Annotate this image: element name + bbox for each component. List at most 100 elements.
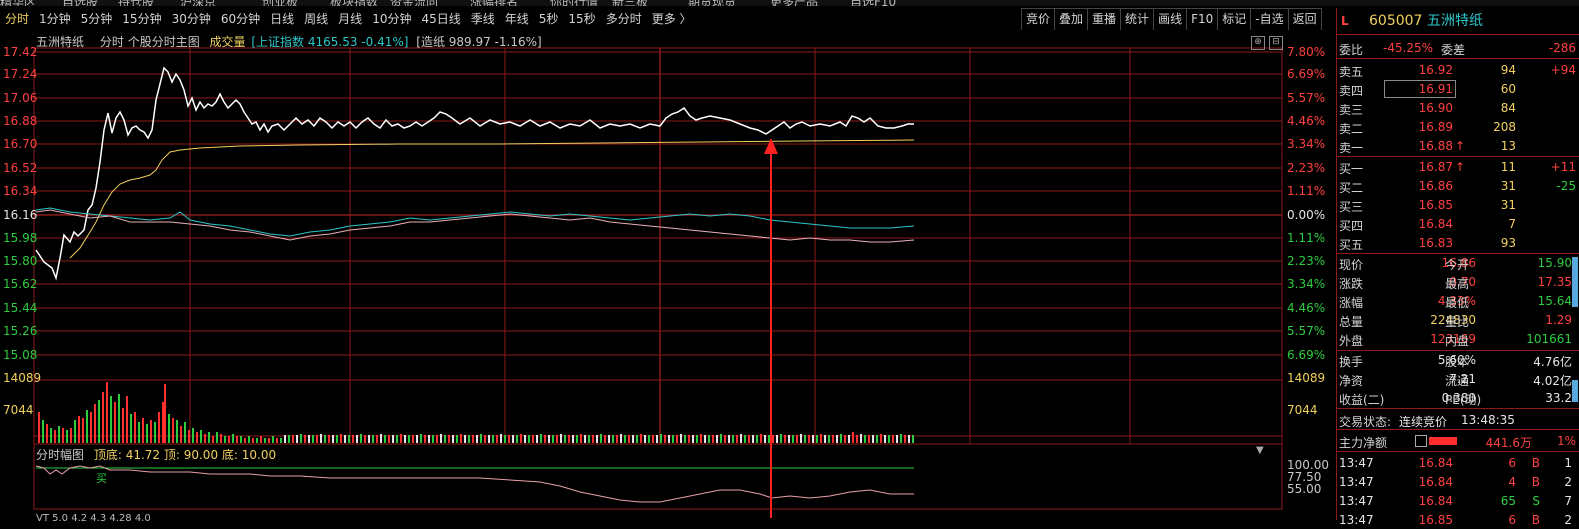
weibi-row[interactable]: 委比 -45.25% 委差 -286 bbox=[1337, 39, 1579, 57]
bid-row[interactable]: 买一 16.87 11 +11 ↑ bbox=[1337, 158, 1579, 176]
tick-row[interactable]: 13:47 16.84 4 B 2 bbox=[1337, 473, 1579, 491]
period-tab[interactable]: 日线 bbox=[265, 8, 299, 30]
ask-row[interactable]: 卖三 16.90 84 bbox=[1337, 99, 1579, 117]
top-menu-item[interactable]: 新三板 bbox=[612, 0, 648, 6]
ask-row[interactable]: 卖二 16.89 208 bbox=[1337, 118, 1579, 136]
toolbar-button[interactable]: 叠加 bbox=[1054, 8, 1089, 30]
toolbar-button[interactable]: -自选 bbox=[1250, 8, 1289, 30]
collapse-icon[interactable]: ⊟ bbox=[1269, 36, 1283, 50]
period-tab[interactable]: 更多 〉 bbox=[647, 8, 697, 30]
scrollbar-fundamentals[interactable] bbox=[1572, 380, 1578, 402]
top-menu-item[interactable]: 资金流向 bbox=[390, 0, 438, 6]
top-menu-item[interactable]: 板块指数 bbox=[330, 0, 378, 6]
quote-row[interactable]: 外盘 123169 内盘 101661 bbox=[1337, 330, 1579, 348]
volume-bar bbox=[316, 435, 318, 443]
period-tab[interactable]: 15分钟 bbox=[117, 8, 166, 30]
highlight-box bbox=[1384, 80, 1456, 98]
top-menu-item[interactable]: 创业板 bbox=[262, 0, 298, 6]
volume-bar bbox=[172, 418, 174, 443]
volume-axis-right-label: 14089 bbox=[1287, 371, 1326, 385]
status-row[interactable]: 交易状态: 连续竞价 13:48:35 bbox=[1337, 411, 1579, 429]
period-tab[interactable]: 30分钟 bbox=[167, 8, 216, 30]
top-menu-item[interactable]: 更多产品 bbox=[770, 0, 818, 6]
tick-row[interactable]: 13:47 16.85 6 B 2 bbox=[1337, 511, 1579, 529]
toolbar-button[interactable]: 画线 bbox=[1153, 8, 1188, 30]
volume-bar bbox=[122, 408, 124, 443]
volume-bar bbox=[78, 416, 80, 443]
period-tab[interactable]: 周线 bbox=[299, 8, 333, 30]
ask-price: 16.89 bbox=[1418, 120, 1453, 134]
volume-bar bbox=[564, 435, 566, 443]
fundamental-row[interactable]: 净资 7.21 流通 4.02亿 bbox=[1337, 370, 1579, 388]
ask-row[interactable]: 卖四 16.91 60 bbox=[1337, 80, 1579, 98]
expand-icon[interactable]: ⊕ bbox=[1251, 36, 1265, 50]
toolbar-button[interactable]: F10 bbox=[1186, 8, 1219, 30]
scrollbar-quote[interactable] bbox=[1572, 257, 1578, 307]
top-menu-item[interactable]: 你的行情 bbox=[550, 0, 598, 6]
volume-bar bbox=[94, 404, 96, 443]
period-tab[interactable]: 5分钟 bbox=[76, 8, 118, 30]
volume-bar bbox=[248, 436, 250, 443]
period-tab[interactable]: 60分钟 bbox=[216, 8, 265, 30]
bid-row[interactable]: 买四 16.84 7 bbox=[1337, 215, 1579, 233]
period-tab[interactable]: 分时 bbox=[0, 8, 34, 30]
quote-row[interactable]: 现价 16.86 今开 15.90 bbox=[1337, 254, 1579, 272]
toolbar-button[interactable]: 返回 bbox=[1287, 8, 1322, 30]
period-tab[interactable]: 1分钟 bbox=[34, 8, 76, 30]
volume-bar bbox=[114, 402, 116, 443]
period-tab[interactable]: 5秒 bbox=[534, 8, 564, 30]
volume-bar bbox=[276, 438, 278, 443]
period-tab[interactable]: 45日线 bbox=[416, 8, 465, 30]
top-menu-item[interactable]: 沪深京 bbox=[180, 0, 216, 6]
quote-row[interactable]: 涨幅 4.33% 最低 15.64 bbox=[1337, 292, 1579, 310]
quote-label: 外盘 bbox=[1339, 334, 1364, 348]
period-tab[interactable]: 多分时 bbox=[601, 8, 647, 30]
top-menu-item[interactable]: 期货现货 bbox=[688, 0, 736, 6]
volume-axis-right-label: 7044 bbox=[1287, 403, 1318, 417]
top-menu-item[interactable]: 自选F10 bbox=[850, 0, 896, 6]
top-menu-item[interactable]: 涨幅排名 bbox=[470, 0, 518, 6]
volume-bar bbox=[408, 435, 410, 443]
volume-bar bbox=[284, 435, 286, 443]
toolbar-button[interactable]: 竞价 bbox=[1021, 8, 1056, 30]
period-tab[interactable]: 月线 bbox=[333, 8, 367, 30]
toolbar-button[interactable]: 统计 bbox=[1120, 8, 1155, 30]
ask-row[interactable]: 卖一 16.88 13 ↑ bbox=[1337, 137, 1579, 155]
tick-row[interactable]: 13:47 16.84 6 B 1 bbox=[1337, 454, 1579, 472]
period-tab[interactable]: 15秒 bbox=[563, 8, 600, 30]
top-menu-item[interactable]: 持仓股 bbox=[118, 0, 154, 6]
chevron-down-icon[interactable]: ▼ bbox=[1256, 445, 1264, 456]
volume-bar bbox=[804, 435, 806, 443]
flow-detail-icon[interactable] bbox=[1415, 435, 1427, 447]
y-axis-right-label: 4.46% bbox=[1287, 114, 1326, 128]
toolbar-button[interactable]: 重播 bbox=[1087, 8, 1122, 30]
fundamental-row[interactable]: 收益(二) 0.380 PE(动) 33.2 bbox=[1337, 389, 1579, 407]
bid-row[interactable]: 买二 16.86 31 -25 bbox=[1337, 177, 1579, 195]
y-axis-left-label: 16.34 bbox=[3, 184, 38, 198]
volume-bar bbox=[892, 435, 894, 443]
toolbar-button[interactable]: 标记 bbox=[1217, 8, 1252, 30]
fundamental-row[interactable]: 换手 5.60% 股本 4.76亿 bbox=[1337, 351, 1579, 369]
volume-bar bbox=[228, 436, 230, 443]
period-tab[interactable]: 年线 bbox=[500, 8, 534, 30]
main-flow-row[interactable]: 主力净额 441.6万 1% bbox=[1337, 432, 1579, 450]
bid-price: 16.87 bbox=[1418, 160, 1453, 174]
volume-bar bbox=[576, 435, 578, 443]
top-menu-item[interactable]: 精华区 bbox=[0, 0, 36, 6]
fund-label-2: 股本 bbox=[1445, 355, 1470, 369]
main-flow-pct: 1% bbox=[1556, 434, 1576, 448]
period-tab[interactable]: 季线 bbox=[466, 8, 500, 30]
period-tab[interactable]: 10分钟 bbox=[367, 8, 416, 30]
top-menu-item[interactable]: 自选股 bbox=[62, 0, 98, 6]
volume-bar bbox=[872, 435, 874, 443]
volume-bar bbox=[288, 435, 290, 443]
tick-row[interactable]: 13:47 16.84 65 S 7 bbox=[1337, 492, 1579, 510]
ask-row[interactable]: 卖五 16.92 94 +94 bbox=[1337, 61, 1579, 79]
quote-row[interactable]: 总量 224830 量比 1.29 bbox=[1337, 311, 1579, 329]
volume-bar bbox=[652, 435, 654, 443]
volume-bar bbox=[884, 435, 886, 443]
quote-row[interactable]: 涨跌 0.70 最高 17.35 bbox=[1337, 273, 1579, 291]
bid-row[interactable]: 买三 16.85 31 bbox=[1337, 196, 1579, 214]
quote-label-2: 最低 bbox=[1445, 296, 1470, 310]
bid-row[interactable]: 买五 16.83 93 bbox=[1337, 234, 1579, 252]
